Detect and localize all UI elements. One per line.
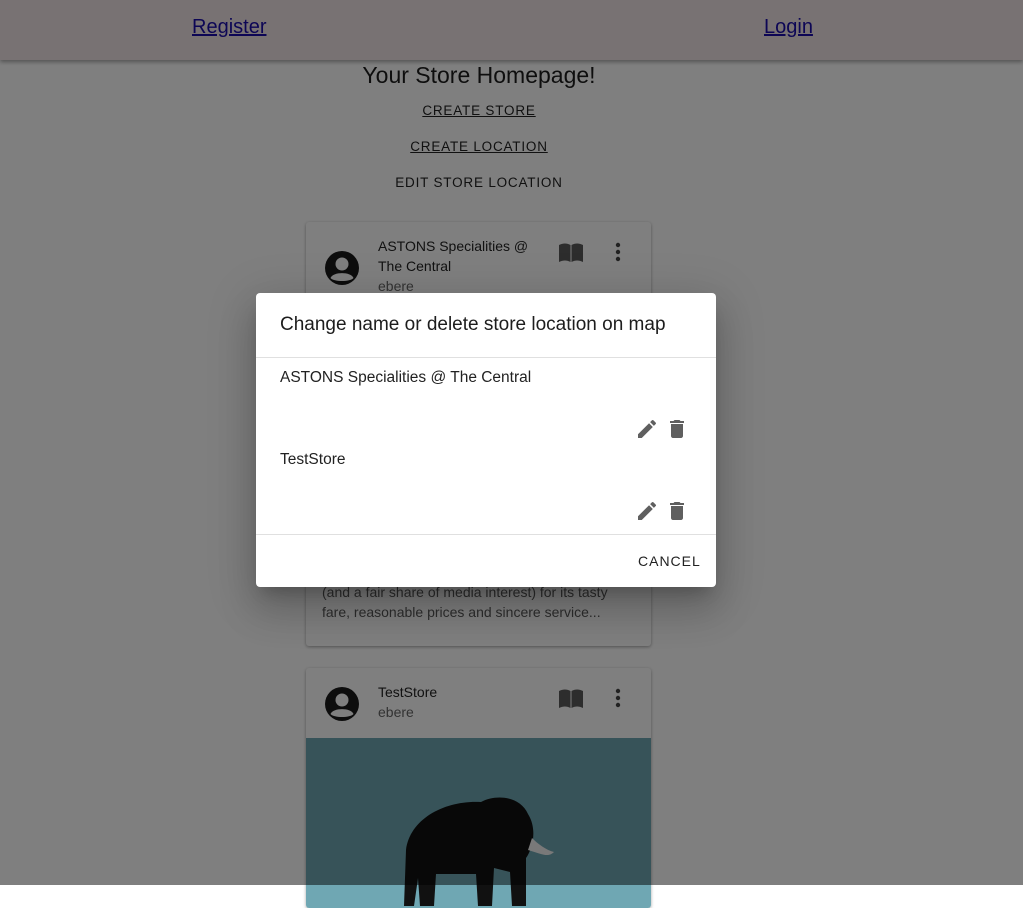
divider bbox=[256, 534, 716, 535]
pencil-icon[interactable] bbox=[635, 417, 659, 441]
cancel-button[interactable]: CANCEL bbox=[638, 553, 701, 569]
dialog-title: Change name or delete store location on … bbox=[280, 314, 666, 335]
divider bbox=[256, 357, 716, 358]
location-name: ASTONS Specialities @ The Central bbox=[280, 369, 532, 386]
trash-icon[interactable] bbox=[665, 499, 689, 523]
location-name: TestStore bbox=[280, 451, 346, 468]
edit-location-dialog: Change name or delete store location on … bbox=[256, 293, 716, 587]
pencil-icon[interactable] bbox=[635, 499, 659, 523]
trash-icon[interactable] bbox=[665, 417, 689, 441]
